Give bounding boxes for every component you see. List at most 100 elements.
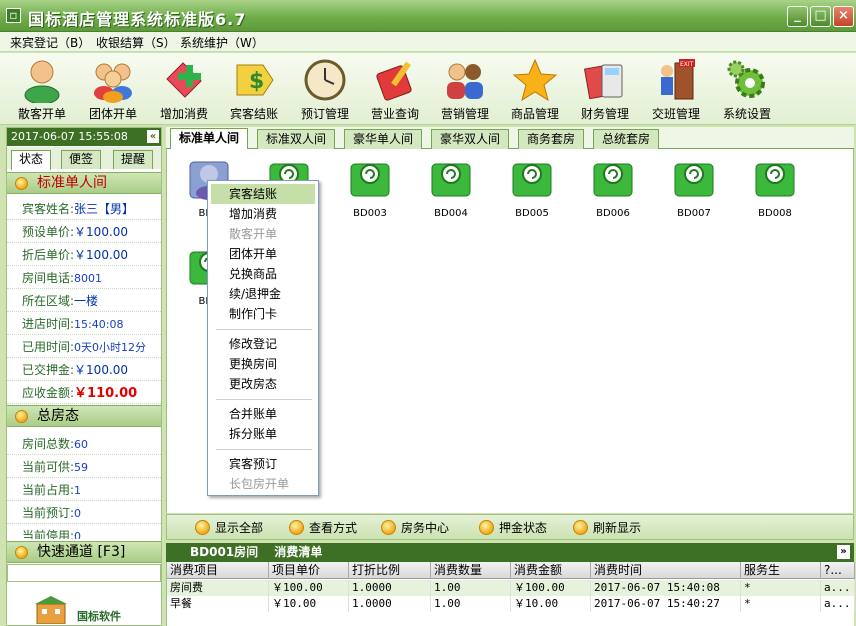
toolbar-business-query-button[interactable]: 营业查询 (360, 55, 430, 125)
section-bullet-icon (15, 546, 28, 559)
tab-presidential-suite[interactable]: 总统套房 (593, 129, 660, 149)
consumption-table: 消费项目 项目单价 打折比例 消费数量 消费金额 消费时间 服务生 ?... 房… (166, 562, 855, 626)
toolbar-goods-button[interactable]: 商品管理 (500, 55, 570, 125)
menu-item-checkout[interactable]: 宾客结账 (211, 184, 315, 204)
group-icon (94, 63, 132, 103)
show-all-button[interactable]: 显示全部 (195, 519, 263, 536)
room-type-tabs: 标准单人间 标准双人间 豪华单人间 豪华双人间 商务套房 总统套房 (166, 127, 854, 149)
room-tile-bd004[interactable]: BD004 (421, 157, 481, 219)
collapse-panel-button[interactable]: « (147, 130, 159, 143)
vacant-room-icon (350, 163, 390, 197)
status-disabled: 当前停用:0 (7, 525, 161, 539)
toolbar-finance-button[interactable]: 财务管理 (570, 55, 640, 125)
view-mode-icon (289, 520, 304, 535)
menu-system-maintenance[interactable]: 系统维护（W） (180, 34, 264, 51)
calculator-icon (583, 64, 623, 100)
person-icon (24, 60, 60, 103)
info-discount-price: 折后单价:￥100.00 (7, 244, 161, 266)
menu-item-change-room[interactable]: 更换房间 (211, 354, 315, 374)
menu-item-deposit[interactable]: 续/退押金 (211, 284, 315, 304)
housekeeping-icon (381, 520, 396, 535)
info-elapsed-time: 已用时间:0天0小时12分 (7, 336, 161, 358)
maximize-button[interactable]: □ (810, 6, 831, 27)
menu-separator (216, 449, 312, 450)
menu-item-merge-bills[interactable]: 合并账单 (211, 404, 315, 424)
toolbar: 散客开单 团体开单 增加消费 $ 宾客结账 预订管理 营业查询 营销管理 商品管… (0, 53, 856, 125)
room-tile-bd005[interactable]: BD005 (502, 157, 562, 219)
menu-item-add-consumption[interactable]: 增加消费 (211, 204, 315, 224)
menu-item-guest-reservation[interactable]: 宾客预订 (211, 454, 315, 474)
tab-business-suite[interactable]: 商务套房 (518, 129, 585, 149)
col-quantity[interactable]: 消费数量 (431, 562, 511, 579)
menu-guest-registration[interactable]: 来宾登记（B） (10, 34, 90, 51)
menu-cashier[interactable]: 收银结算（S） (96, 34, 176, 51)
window-title: 国标酒店管理系统标准版6.7 (28, 10, 247, 29)
close-button[interactable]: × (833, 6, 854, 27)
refresh-icon (573, 520, 588, 535)
quick-channel-input[interactable] (7, 564, 161, 582)
quick-channel-header: 快速通道 [F3] (7, 541, 161, 563)
bill-header: BD001房间 消费清单 » (166, 543, 854, 562)
housekeeping-center-button[interactable]: 房务中心 (381, 519, 449, 536)
tab-status[interactable]: 状态 (11, 150, 51, 170)
menu-separator (216, 329, 312, 330)
col-amount[interactable]: 消费金额 (511, 562, 591, 579)
toolbar-reservation-button[interactable]: 预订管理 (290, 55, 360, 125)
room-tile-bd008[interactable]: BD008 (745, 157, 805, 219)
col-unit-price[interactable]: 项目单价 (269, 562, 349, 579)
room-status-list: 房间总数:60 当前可供:59 当前占用:1 当前预订:0 当前停用:0 (7, 433, 161, 539)
info-checkin-time: 进店时间:15:40:08 (7, 313, 161, 335)
tab-reminders[interactable]: 提醒 (113, 150, 153, 169)
tab-standard-single[interactable]: 标准单人间 (170, 128, 249, 149)
table-row[interactable]: 早餐 ￥10.00 1.0000 1.00 ￥10.00 2017-06-07 … (167, 596, 855, 612)
info-guest-name: 宾客姓名:张三【男】 (7, 198, 161, 220)
col-more[interactable]: ?... (821, 562, 855, 579)
menu-item-modify-registration[interactable]: 修改登记 (211, 334, 315, 354)
deposit-status-icon (479, 520, 494, 535)
logo-text: 国标软件 (77, 610, 121, 623)
minimize-button[interactable]: _ (787, 6, 808, 27)
room-context-menu: 宾客结账 增加消费 散客开单 团体开单 兑换商品 续/退押金 制作门卡 修改登记… (207, 180, 319, 496)
toolbar-checkout-button[interactable]: $ 宾客结账 (219, 55, 289, 125)
gear-icon (727, 60, 765, 98)
col-item[interactable]: 消费项目 (167, 562, 269, 579)
section-bullet-icon (15, 410, 28, 423)
menu-item-split-bill[interactable]: 拆分账单 (211, 424, 315, 444)
col-time[interactable]: 消费时间 (591, 562, 741, 579)
toolbar-marketing-button[interactable]: 营销管理 (430, 55, 500, 125)
tab-deluxe-single[interactable]: 豪华单人间 (344, 129, 423, 149)
col-waiter[interactable]: 服务生 (741, 562, 821, 579)
toolbar-group-checkin-button[interactable]: 团体开单 (78, 55, 148, 125)
tab-standard-double[interactable]: 标准双人间 (257, 129, 336, 149)
left-panel: 2017-06-07 15:55:08 « 状态 便签 提醒 标准单人间 宾客姓… (6, 127, 162, 626)
left-tabs: 状态 便签 提醒 (7, 147, 161, 170)
col-discount[interactable]: 打折比例 (349, 562, 431, 579)
menu-item-make-keycard[interactable]: 制作门卡 (211, 304, 315, 324)
vacant-room-icon (755, 163, 795, 197)
menu-item-change-room-status[interactable]: 更改房态 (211, 374, 315, 394)
table-header: 消费项目 项目单价 打折比例 消费数量 消费金额 消费时间 服务生 ?... (167, 562, 855, 579)
menu-item-redeem-goods[interactable]: 兑换商品 (211, 264, 315, 284)
system-menu-icon[interactable]: ▫ (6, 8, 21, 23)
table-row[interactable]: 房间费 ￥100.00 1.0000 1.00 ￥100.00 2017-06-… (167, 580, 855, 596)
refresh-button[interactable]: 刷新显示 (573, 519, 641, 536)
room-info-header: 标准单人间 (7, 172, 161, 194)
star-icon (512, 58, 558, 102)
toolbar-shift-button[interactable]: EXIT 交班管理 (641, 55, 711, 125)
room-tile-bd007[interactable]: BD007 (664, 157, 724, 219)
tab-notes[interactable]: 便签 (61, 150, 101, 169)
room-tile-bd006[interactable]: BD006 (583, 157, 643, 219)
toolbar-walkin-checkin-button[interactable]: 散客开单 (7, 55, 77, 125)
tab-deluxe-double[interactable]: 豪华双人间 (431, 129, 510, 149)
view-mode-button[interactable]: 查看方式 (289, 519, 357, 536)
info-area: 所在区域:一楼 (7, 290, 161, 312)
toolbar-add-consumption-button[interactable]: 增加消费 (149, 55, 219, 125)
toolbar-settings-button[interactable]: 系统设置 (712, 55, 782, 125)
info-amount-due: 应收金额:￥110.00 (7, 382, 161, 404)
building-logo-icon (35, 596, 67, 624)
vacant-room-icon (512, 163, 552, 197)
deposit-status-button[interactable]: 押金状态 (479, 519, 547, 536)
room-tile-bd003[interactable]: BD003 (340, 157, 400, 219)
menu-item-group-checkin[interactable]: 团体开单 (211, 244, 315, 264)
expand-bill-button[interactable]: » (837, 545, 850, 559)
